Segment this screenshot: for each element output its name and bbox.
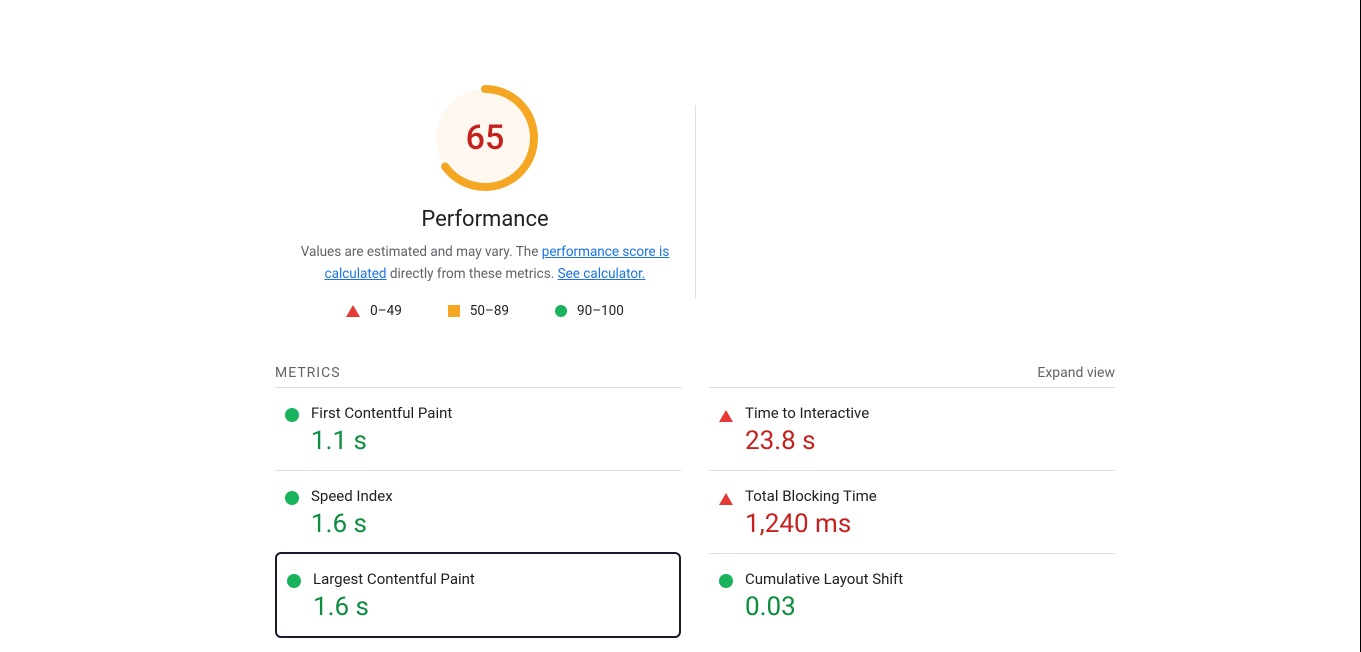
performance-title: Performance xyxy=(275,207,695,232)
metric-largest-contentful-paint[interactable]: Largest Contentful Paint 1.6 s xyxy=(275,552,681,638)
metric-name: Time to Interactive xyxy=(745,404,1107,422)
metric-value: 0.03 xyxy=(745,592,1107,622)
circle-green-icon xyxy=(285,408,299,422)
legend-bad: 0–49 xyxy=(346,303,402,319)
metric-value: 1.6 s xyxy=(313,592,671,622)
legend-good: 90–100 xyxy=(555,303,624,319)
metrics-heading: METRICS xyxy=(275,365,341,381)
square-orange-icon xyxy=(448,305,460,317)
performance-gauge: 65 xyxy=(432,85,538,191)
circle-green-icon xyxy=(555,305,567,317)
performance-description: Values are estimated and may vary. The p… xyxy=(275,242,695,285)
metric-name: Speed Index xyxy=(311,487,673,505)
performance-gauge-block: 65 Performance Values are estimated and … xyxy=(275,85,695,319)
metric-value: 1.6 s xyxy=(311,509,673,539)
score-legend: 0–49 50–89 90–100 xyxy=(275,303,695,319)
metric-time-to-interactive[interactable]: Time to Interactive 23.8 s xyxy=(709,387,1115,470)
triangle-red-icon xyxy=(719,408,733,422)
metric-cumulative-layout-shift[interactable]: Cumulative Layout Shift 0.03 xyxy=(709,553,1115,638)
metric-value: 1,240 ms xyxy=(745,509,1107,539)
circle-green-icon xyxy=(719,574,733,588)
metric-speed-index[interactable]: Speed Index 1.6 s xyxy=(275,470,681,553)
metric-name: First Contentful Paint xyxy=(311,404,673,422)
circle-green-icon xyxy=(285,491,299,505)
metric-value: 23.8 s xyxy=(745,426,1107,456)
metric-name: Total Blocking Time xyxy=(745,487,1107,505)
triangle-red-icon xyxy=(346,305,360,317)
metric-first-contentful-paint[interactable]: First Contentful Paint 1.1 s xyxy=(275,387,681,470)
metric-value: 1.1 s xyxy=(311,426,673,456)
performance-score: 65 xyxy=(432,85,538,191)
vertical-divider xyxy=(695,105,696,299)
expand-view-button[interactable]: Expand view xyxy=(1037,365,1115,381)
legend-mid: 50–89 xyxy=(448,303,509,319)
metric-total-blocking-time[interactable]: Total Blocking Time 1,240 ms xyxy=(709,470,1115,553)
triangle-red-icon xyxy=(719,491,733,505)
see-calculator-link[interactable]: See calculator. xyxy=(558,266,646,282)
metric-name: Cumulative Layout Shift xyxy=(745,570,1107,588)
metric-name: Largest Contentful Paint xyxy=(313,570,671,588)
circle-green-icon xyxy=(287,574,301,588)
